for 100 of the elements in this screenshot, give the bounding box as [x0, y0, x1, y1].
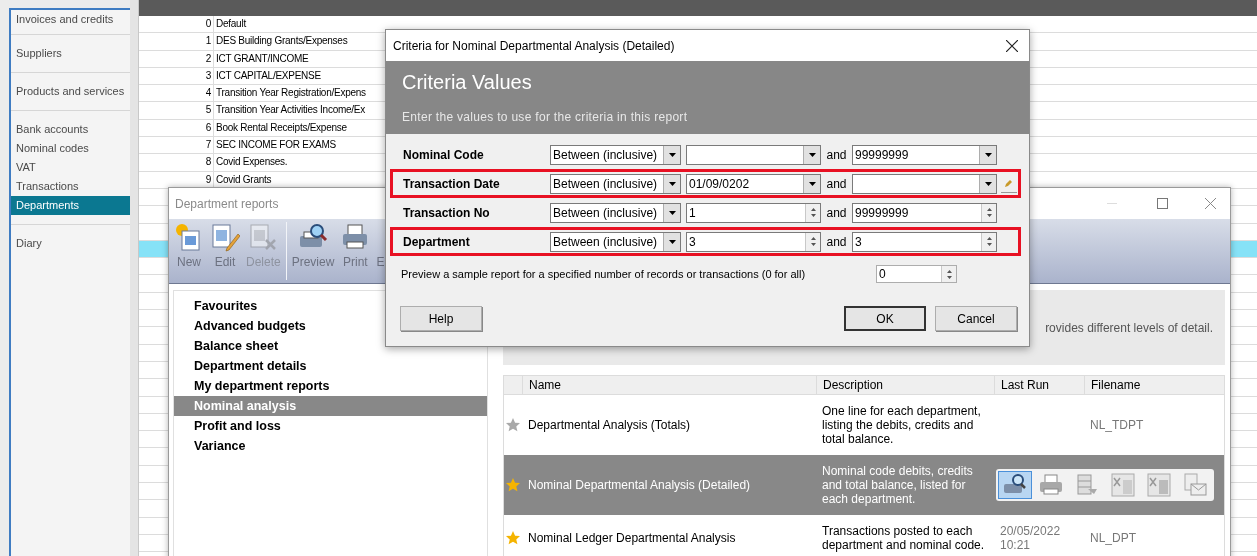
and-label: and: [825, 233, 848, 251]
criteria-label: Transaction No: [403, 204, 491, 222]
maximize-icon[interactable]: [1157, 198, 1168, 209]
caret-icon: [668, 210, 676, 215]
name-cell-text: Covid Expenses.: [215, 155, 288, 170]
dialog-button[interactable]: OK: [844, 306, 926, 331]
name-cell-text: Transition Year Activities Income/Ex: [215, 103, 366, 118]
and-label: and: [825, 146, 848, 164]
spin-button[interactable]: [981, 203, 996, 222]
spin-button[interactable]: [941, 266, 956, 282]
report-name: Departmental Analysis (Totals): [527, 418, 692, 432]
dropdown-button[interactable]: [979, 174, 996, 193]
dropdown-button[interactable]: [663, 174, 680, 193]
database-export-icon: [1074, 472, 1100, 498]
caret-icon: [984, 152, 992, 157]
name-cell-text: Covid Grants: [215, 172, 272, 187]
spreadsheet-icon: [1110, 472, 1136, 498]
caret-icon: [668, 239, 676, 244]
name-cell-text: Default: [215, 17, 246, 31]
dialog-button[interactable]: Help: [400, 306, 482, 331]
star-icon[interactable]: [505, 530, 521, 546]
category-item[interactable]: Variance: [174, 436, 487, 456]
dropdown-button[interactable]: [663, 203, 680, 222]
dropdown-field[interactable]: Between (inclusive): [550, 231, 681, 252]
sidebar-item[interactable]: Bank accounts: [11, 120, 130, 139]
and-label: and: [825, 204, 848, 222]
reference-cell: 7: [139, 137, 214, 154]
spin-field[interactable]: 99999999: [852, 202, 997, 223]
name-cell-text: Book Rental Receipts/Expense: [215, 120, 347, 135]
report-row[interactable]: Nominal Departmental Analysis (Detailed) Nominal code debits, credits and total balance, listed for each department.: [504, 455, 1224, 515]
report-name: Nominal Departmental Analysis (Detailed): [527, 478, 752, 492]
dropdown-button[interactable]: [663, 232, 680, 251]
dropdown-button[interactable]: [663, 145, 680, 164]
sidebar-item[interactable]: Nominal codes: [11, 139, 130, 158]
column-header[interactable]: Last Run: [994, 376, 1084, 394]
close-icon[interactable]: [1006, 39, 1018, 52]
sidebar-item[interactable]: Invoices and credits: [11, 10, 130, 29]
sidebar-item[interactable]: Diary: [11, 234, 130, 253]
reference-cell: 3: [139, 67, 214, 85]
caret-icon: [668, 152, 676, 157]
column-header[interactable]: Name: [522, 376, 816, 394]
reference-cell: 5: [139, 102, 214, 119]
report-filename: NL_DPT: [1090, 531, 1136, 545]
info-text: rovides different levels of detail.: [1045, 319, 1213, 337]
criteria-label: Department: [403, 233, 471, 251]
dropdown-field[interactable]: [852, 173, 997, 194]
report-filename: NL_TDPT: [1090, 418, 1144, 432]
spin-field[interactable]: 3: [686, 231, 821, 252]
category-item[interactable]: Department details: [174, 356, 487, 376]
spin-field[interactable]: 3: [852, 231, 997, 252]
spin-arrows-icon: [810, 208, 816, 217]
header-title: Criteria Values: [402, 70, 533, 94]
star-icon[interactable]: [505, 417, 521, 433]
star-icon[interactable]: [505, 477, 521, 493]
spin-button[interactable]: [805, 232, 820, 251]
spin-button[interactable]: [981, 232, 996, 251]
dropdown-field[interactable]: Between (inclusive): [550, 173, 681, 194]
category-item[interactable]: Nominal analysis: [174, 396, 487, 416]
name-cell-text: SEC INCOME FOR EXAMS: [215, 138, 336, 153]
spin-arrows-icon: [986, 208, 992, 217]
spin-button[interactable]: [805, 203, 820, 222]
dropdown-field[interactable]: Between (inclusive): [550, 144, 681, 165]
dropdown-field[interactable]: 01/09/0202: [686, 173, 821, 194]
reference-cell: 2: [139, 50, 214, 67]
report-description: Transactions posted to each department and nominal code.: [821, 524, 986, 552]
reference-cell: 6: [139, 119, 214, 137]
dropdown-field[interactable]: [686, 144, 821, 165]
category-item[interactable]: Profit and loss: [174, 416, 487, 436]
spin-field[interactable]: 0: [876, 265, 957, 283]
dropdown-button[interactable]: [803, 174, 820, 193]
name-cell-text: ICT GRANT/INCOME: [215, 51, 309, 66]
report-description: Nominal code debits, credits and total balance, listed for each department.: [821, 464, 974, 506]
envelope-icon: [1182, 472, 1208, 498]
column-header[interactable]: Description: [816, 376, 994, 394]
dropdown-button[interactable]: [979, 145, 996, 164]
sidebar-item[interactable]: VAT: [11, 158, 130, 177]
spin-arrows-icon: [946, 269, 952, 279]
spin-field[interactable]: 1: [686, 202, 821, 223]
preview-label: Preview a sample report for a specified number of records or transactions (0 for all): [401, 266, 807, 282]
report-description: One line for each department, listing the debits, credits and total balance.: [821, 404, 982, 446]
dropdown-button[interactable]: [803, 145, 820, 164]
category-item[interactable]: My department reports: [174, 376, 487, 396]
sidebar-item[interactable]: Suppliers: [11, 44, 130, 63]
last-run: 20/05/2022 10:21: [1000, 524, 1061, 552]
sidebar-item[interactable]: Transactions: [11, 177, 130, 196]
criteria-label: Transaction Date: [403, 175, 501, 193]
sidebar-item[interactable]: Products and services: [11, 82, 130, 101]
window-title: Department reports: [175, 195, 279, 213]
caret-icon: [808, 152, 816, 157]
action-button[interactable]: [998, 471, 1032, 499]
column-header[interactable]: Filename: [1084, 376, 1224, 394]
criteria-label: Nominal Code: [403, 146, 485, 164]
dropdown-field[interactable]: 99999999: [852, 144, 997, 165]
spin-arrows-icon: [986, 237, 992, 246]
dropdown-field[interactable]: Between (inclusive): [550, 202, 681, 223]
reference-cell: 1: [139, 33, 214, 50]
sidebar-item[interactable]: Departments: [11, 196, 130, 215]
dialog-button[interactable]: Cancel: [935, 306, 1017, 331]
reference-cell: 8: [139, 154, 214, 171]
dialog-title: Criteria for Nominal Departmental Analysis (Detailed): [393, 37, 675, 55]
